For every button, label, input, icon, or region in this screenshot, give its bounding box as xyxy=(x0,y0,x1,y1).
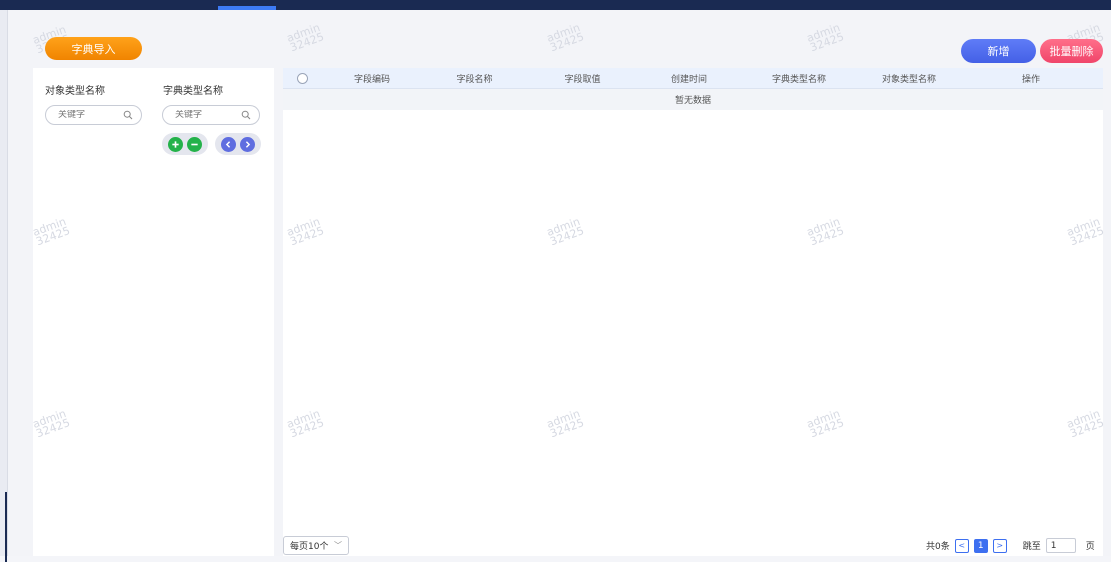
column-header[interactable]: 字典类型名称 xyxy=(739,72,859,85)
search-icon[interactable] xyxy=(123,110,133,120)
select-all-cell xyxy=(283,72,321,84)
column-header[interactable]: 创建时间 xyxy=(639,72,739,85)
page-suffix: 页 xyxy=(1085,542,1095,552)
select-all-radio[interactable] xyxy=(296,72,308,84)
empty-state: 暂无数据 xyxy=(283,89,1103,110)
pagination: 共0条 < 1 > 跳至 1 页 xyxy=(926,538,1095,553)
total-count: 共0条 xyxy=(926,542,950,552)
column-header[interactable]: 操作 xyxy=(959,72,1103,85)
prev-page-button[interactable]: < xyxy=(954,538,969,553)
batch-delete-button[interactable]: 批量删除 xyxy=(1040,39,1103,63)
dict-type-search[interactable] xyxy=(162,105,260,125)
page-size-select[interactable]: 每页10个 ﹀ xyxy=(283,536,349,555)
dict-type-search-input[interactable] xyxy=(175,110,241,120)
object-type-search-input[interactable] xyxy=(58,110,123,120)
object-type-search[interactable] xyxy=(45,105,142,125)
left-edge-rail xyxy=(0,10,8,562)
add-remove-group xyxy=(162,133,208,155)
move-group xyxy=(215,133,261,155)
column-header[interactable]: 字段名称 xyxy=(423,72,526,85)
table-body xyxy=(283,110,1103,556)
add-button[interactable]: 新增 xyxy=(961,39,1036,63)
jump-label: 跳至 xyxy=(1022,542,1041,552)
top-nav-bar xyxy=(0,0,1111,10)
rail-marker xyxy=(5,492,7,562)
chevron-down-icon: ﹀ xyxy=(334,541,342,550)
jump-page-input[interactable]: 1 xyxy=(1045,538,1076,553)
chevron-left-icon[interactable] xyxy=(221,136,236,152)
table-header: 字段编码 字段名称 字段取值 创建时间 字典类型名称 对象类型名称 操作 xyxy=(283,68,1103,89)
column-header[interactable]: 对象类型名称 xyxy=(859,72,959,85)
column-header[interactable]: 字段编码 xyxy=(321,72,423,85)
object-type-title: 对象类型名称 xyxy=(45,86,105,97)
dict-field-table: 字段编码 字段名称 字段取值 创建时间 字典类型名称 对象类型名称 操作 暂无数… xyxy=(283,68,1103,110)
column-header[interactable]: 字段取值 xyxy=(526,72,639,85)
page-number-current[interactable]: 1 xyxy=(973,538,988,553)
dict-type-title: 字典类型名称 xyxy=(163,86,223,97)
page-size-value: 每页10个 xyxy=(290,542,329,552)
add-circle-icon[interactable] xyxy=(168,136,183,152)
next-page-button[interactable]: > xyxy=(992,538,1007,553)
remove-circle-icon[interactable] xyxy=(187,136,202,152)
search-icon[interactable] xyxy=(241,110,251,120)
chevron-right-icon[interactable] xyxy=(240,136,255,152)
dict-import-button[interactable]: 字典导入 xyxy=(45,37,142,60)
